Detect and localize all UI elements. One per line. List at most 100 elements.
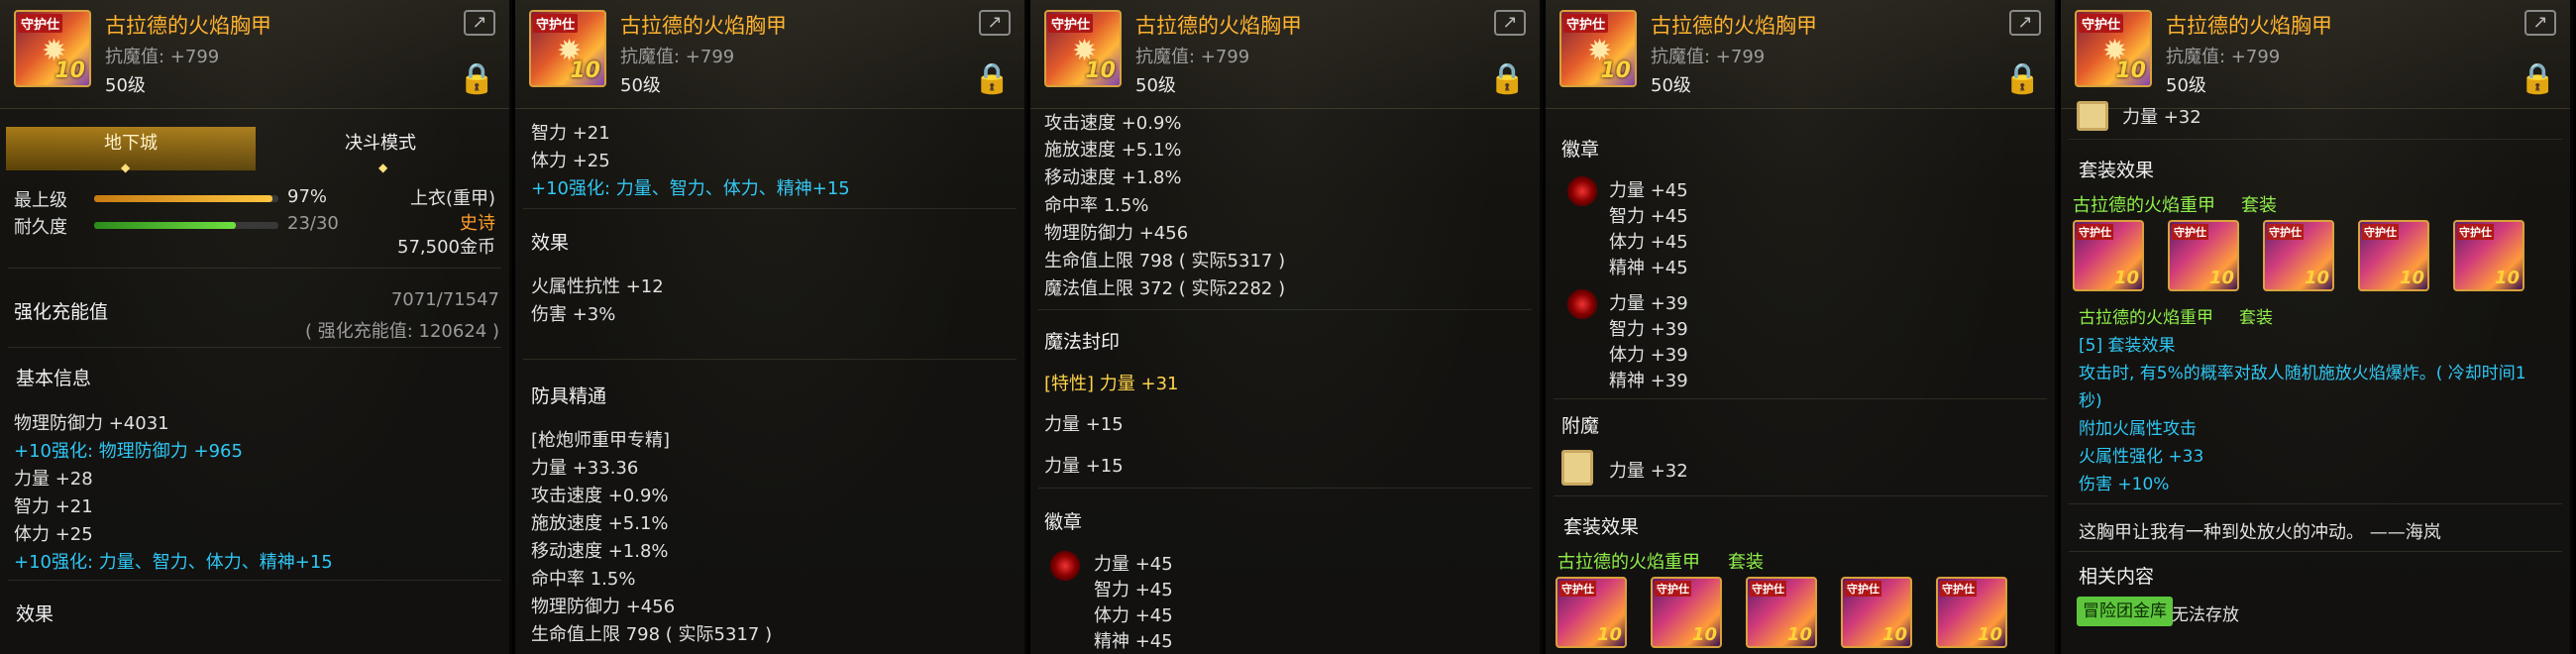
item-icon[interactable]: 守护仕 ✹ 10 (1559, 10, 1637, 87)
set-effect-heading: 套装效果 (1563, 516, 1640, 538)
lock-icon[interactable]: 🔒 (2004, 61, 2041, 96)
enchant-card-icon[interactable] (2077, 101, 2108, 131)
grade-label: 最上级 (14, 190, 67, 211)
set-piece-icon[interactable]: 守护仕 10 (2263, 220, 2334, 291)
share-icon[interactable]: ↗ (464, 10, 495, 36)
item-resist: 抗魔值: +799 (105, 47, 220, 67)
stat-line: +10强化: 物理防御力 +965 (14, 441, 243, 462)
emblem-line: 体力 +45 (1609, 232, 1688, 253)
rarity: 史诗 (460, 213, 495, 234)
set-piece-icon[interactable]: 守护仕 10 (1841, 577, 1912, 648)
item-resist: 抗魔值: +799 (620, 47, 735, 67)
emblem-heading: 徽章 (1561, 139, 1600, 161)
stat-line: 攻击速度 +0.9% (1044, 113, 1182, 134)
item-icon[interactable]: 守护仕 ✹ 10 (2075, 10, 2152, 87)
set-piece-icon[interactable]: 守护仕 10 (1746, 577, 1817, 648)
emblem-icon[interactable] (1567, 176, 1597, 206)
set-tag: 套装 (2241, 195, 2277, 216)
stat-line: 智力 +21 (531, 123, 610, 144)
set-piece-icon[interactable]: 守护仕 10 (2453, 220, 2524, 291)
emblem-heading: 徽章 (1044, 511, 1083, 533)
tooltip-header: 守护仕 ✹ 10 古拉德的火焰胸甲 抗魔值: +799 50级 ↗ 🔒 (1546, 0, 2055, 109)
durability-label: 耐久度 (14, 217, 67, 238)
enchant-heading: 附魔 (1561, 415, 1600, 437)
share-icon[interactable]: ↗ (2524, 10, 2556, 36)
lock-icon[interactable]: 🔒 (459, 61, 495, 96)
share-icon[interactable]: ↗ (1494, 10, 1526, 36)
mastery-line: 命中率 1.5% (531, 569, 636, 590)
stat-line: 体力 +25 (531, 151, 610, 171)
stat-line: 魔法值上限 372 ( 实际2282 ) (1044, 278, 1286, 299)
set-bonus-line: 秒) (2079, 391, 2102, 411)
stat-line: 生命值上限 798 ( 实际5317 ) (1044, 251, 1286, 272)
emblem-line: 体力 +45 (1094, 605, 1173, 626)
tooltip-header: 守护仕 ✹ 10 古拉德的火焰胸甲 抗魔值: +799 50级 ↗ 🔒 (0, 0, 509, 109)
emblem-line: 精神 +39 (1609, 371, 1688, 391)
stat-line: 命中率 1.5% (1044, 195, 1149, 216)
emblem-line: 精神 +45 (1609, 258, 1688, 278)
item-tooltip-panel-4: 守护仕 ✹ 10 古拉德的火焰胸甲 抗魔值: +799 50级 ↗ 🔒 徽章 力量 … (1546, 0, 2058, 654)
emblem-icon[interactable] (1567, 289, 1597, 319)
seal-line: [特性] 力量 +31 (1044, 374, 1179, 394)
emblem-line: 力量 +45 (1609, 180, 1688, 201)
emblem-line: 智力 +39 (1609, 319, 1688, 340)
emblem-line: 力量 +45 (1094, 554, 1173, 575)
share-icon[interactable]: ↗ (2009, 10, 2041, 36)
tooltip-header: 守护仕 ✹ 10 古拉德的火焰胸甲 抗魔值: +799 50级 ↗ 🔒 (2061, 0, 2570, 109)
stat-line: 施放速度 +5.1% (1044, 140, 1182, 161)
item-name: 古拉德的火焰胸甲 (620, 14, 787, 38)
lock-icon[interactable]: 🔒 (974, 61, 1011, 96)
stat-line: 体力 +25 (14, 524, 93, 545)
adventure-vault-button[interactable]: 冒险团金库 (2077, 597, 2173, 626)
stat-line: 智力 +21 (14, 496, 93, 517)
emblem-icon[interactable] (1050, 551, 1080, 581)
diamond-icon: ◆ (121, 161, 131, 174)
item-resist: 抗魔值: +799 (1651, 47, 1766, 67)
set-piece-icon[interactable]: 守护仕 10 (1936, 577, 2007, 648)
diamond-icon: ◆ (378, 161, 388, 174)
seal-line: 力量 +15 (1044, 414, 1124, 435)
tooltip-header: 守护仕 ✹ 10 古拉德的火焰胸甲 抗魔值: +799 50级 ↗ 🔒 (515, 0, 1024, 109)
emblem-line: 智力 +45 (1094, 580, 1173, 600)
durability-value: 23/30 (287, 213, 339, 234)
no-store-label: 无法存放 (2172, 605, 2239, 625)
set-piece-icon[interactable]: 守护仕 10 (1556, 577, 1627, 648)
set-name: 古拉德的火焰重甲 (2073, 195, 2215, 216)
mastery-line: 移动速度 +1.8% (531, 541, 669, 562)
effect-line: 伤害 +3% (531, 304, 616, 325)
flavor-text: 这胸甲让我有一种到处放火的冲动。 ——海岚 (2079, 522, 2441, 543)
enchant-line: 力量 +32 (2122, 107, 2201, 128)
set-piece-icon[interactable]: 守护仕 10 (2358, 220, 2429, 291)
durability-bar (94, 222, 278, 229)
share-icon[interactable]: ↗ (979, 10, 1011, 36)
item-level: 50级 (1651, 75, 1691, 96)
lock-icon[interactable]: 🔒 (1489, 61, 1526, 96)
set-bonus-line: 火属性强化 +33 (2079, 447, 2204, 467)
set-bonus-line: 攻击时, 有5%的概率对敌人随机施放火焰爆炸。( 冷却时间1 (2079, 364, 2526, 383)
set-piece-icon[interactable]: 守护仕 10 (2073, 220, 2144, 291)
item-resist: 抗魔值: +799 (1135, 47, 1250, 67)
item-icon[interactable]: 守护仕 ✹ 10 (1044, 10, 1122, 87)
set-piece-icon[interactable]: 守护仕 10 (1651, 577, 1722, 648)
slot-type: 上衣(重甲) (409, 188, 495, 209)
emblem-line: 精神 +45 (1094, 631, 1173, 652)
lock-icon[interactable]: 🔒 (2520, 61, 2556, 96)
item-icon[interactable]: 守护仕 ✹ 10 (14, 10, 91, 87)
item-name: 古拉德的火焰胸甲 (105, 14, 271, 38)
set-piece-icon[interactable]: 守护仕 10 (2168, 220, 2239, 291)
effect-heading: 效果 (16, 603, 54, 625)
stat-line: 力量 +28 (14, 469, 93, 490)
item-resist: 抗魔值: +799 (2166, 47, 2281, 67)
enchant-card-icon[interactable] (1561, 450, 1593, 486)
grade-bar (94, 195, 278, 202)
mastery-line: [枪炮师重甲专精] (531, 430, 671, 451)
emblem-line: 体力 +39 (1609, 345, 1688, 366)
item-tooltip-panel-5: 守护仕 ✹ 10 古拉德的火焰胸甲 抗魔值: +799 50级 ↗ 🔒 力量 +32… (2061, 0, 2573, 654)
tab-dungeon[interactable]: 地下城 (6, 127, 256, 170)
basic-info-heading: 基本信息 (16, 368, 92, 389)
item-icon[interactable]: 守护仕 ✹ 10 (529, 10, 606, 87)
item-name: 古拉德的火焰胸甲 (1651, 14, 1817, 38)
set-tag: 套装 (1728, 552, 1764, 573)
mastery-line: 生命值上限 798 ( 实际5317 ) (531, 624, 773, 645)
mastery-heading: 防具精通 (531, 385, 607, 407)
